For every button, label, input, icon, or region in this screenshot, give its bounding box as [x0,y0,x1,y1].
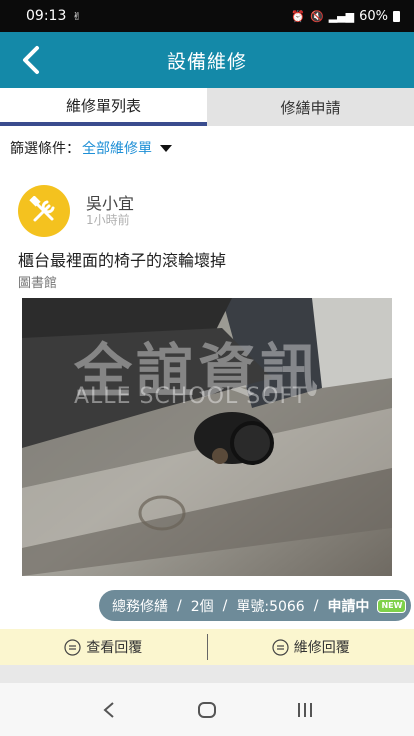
comment-icon [272,638,289,656]
view-replies-button[interactable]: 查看回覆 [0,637,207,657]
alarm-icon: ⏰ [291,9,305,23]
new-badge: NEW [377,598,407,613]
action-bar: 查看回覆 維修回覆 [0,629,414,665]
watermark-en: ALLE SCHOOL SOFT [74,384,308,409]
system-nav-bar [0,683,414,736]
nav-recents-button[interactable] [285,690,325,730]
post-time: 1小時前 [86,213,130,227]
filter-dropdown[interactable]: 篩選條件： 全部維修單 [10,137,172,159]
post-photo[interactable]: 全誼資訊 ALLE SCHOOL SOFT [22,298,392,576]
filter-value[interactable]: 全部維修單 [82,138,152,158]
back-button[interactable] [20,42,54,78]
comment-icon [64,638,81,656]
nav-home-icon [198,701,216,718]
notification-icon: ✌ [72,9,82,23]
filter-label: 篩選條件： [10,141,80,157]
tools-icon [29,196,55,222]
post-location: 圖書館 [18,276,58,291]
system-status-bar: 09:13 ✌ ⏰ 🔇 ▂▄▆ 60% [0,0,414,32]
nav-back-button[interactable] [89,690,129,730]
nav-back-icon [103,701,114,718]
battery-percent: 60% [359,8,388,24]
repair-status-pill: 總務修繕 / 2個 / 單號:5066 / 申請中 NEW [99,590,411,621]
signal-icon: ▂▄▆ [328,9,355,23]
app-header: 設備維修 [0,32,414,88]
chevron-left-icon [23,46,39,74]
list-separator [0,665,414,683]
status-count: 2個 [190,598,214,615]
mute-icon: 🔇 [310,9,324,23]
status-state: 申請中 [327,598,370,615]
repair-reply-label: 維修回覆 [293,640,350,656]
tab-repair-list[interactable]: 維修單列表 [0,88,207,126]
caret-down-icon [160,144,172,152]
nav-recents-icon [298,702,312,717]
page-title: 設備維修 [166,50,247,73]
status-time: 09:13 [26,8,67,24]
status-department: 總務修繕 [112,598,168,615]
nav-home-button[interactable] [187,690,227,730]
battery-icon [393,10,400,22]
view-replies-label: 查看回覆 [86,640,143,656]
tab-repair-request[interactable]: 修繕申請 [207,88,414,126]
status-order-number: 單號:5066 [236,598,305,615]
post-title: 櫃台最裡面的椅子的滾輪壞掉 [18,251,227,270]
tab-bar: 維修單列表 修繕申請 [0,88,414,126]
avatar [18,185,70,237]
repair-reply-button[interactable]: 維修回覆 [208,637,414,657]
